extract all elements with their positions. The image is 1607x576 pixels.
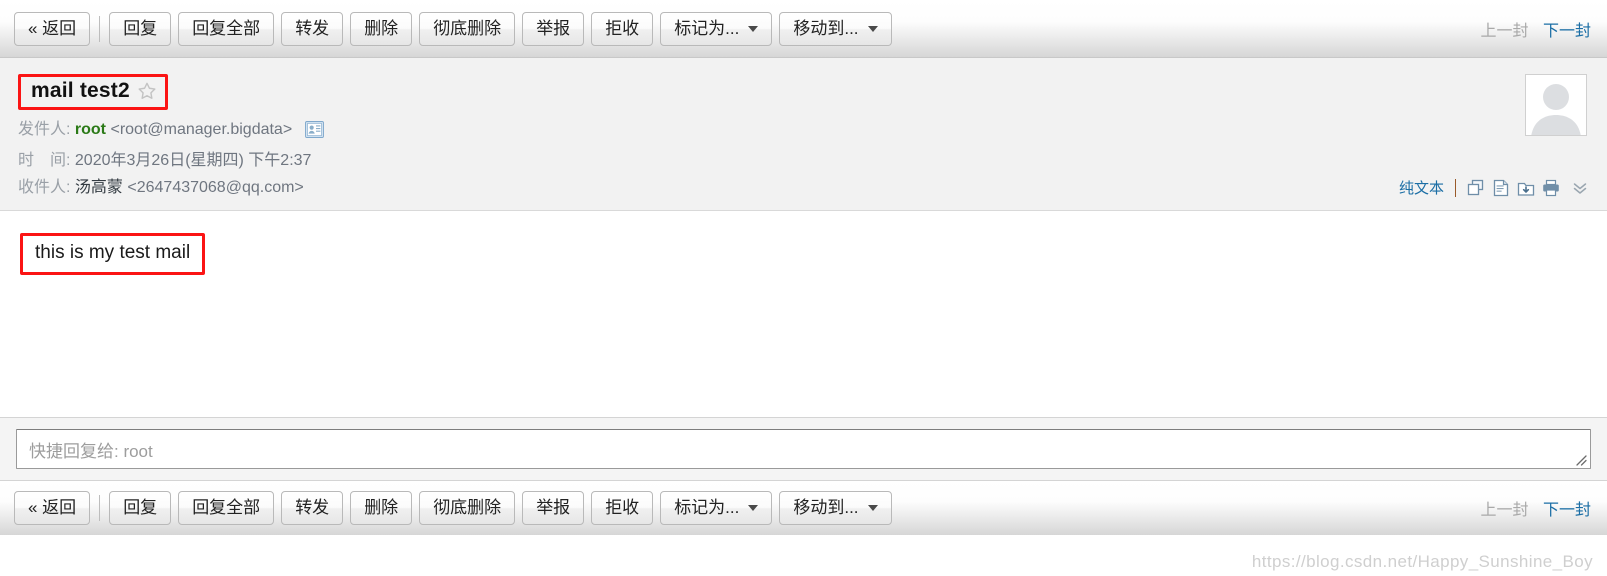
forward-button[interactable]: 转发 <box>281 11 344 46</box>
reply-button-bottom-label: 回复 <box>123 498 158 517</box>
delete-permanently-button-bottom-label: 彻底删除 <box>433 498 502 517</box>
subject-annotation-box: mail test2 <box>18 74 168 110</box>
mark-as-dropdown-bottom[interactable]: 标记为... <box>660 491 773 525</box>
quick-reply-input[interactable]: 快捷回复给: root <box>16 429 1591 469</box>
recipient-label: 收件人: <box>18 179 71 196</box>
move-to-dropdown-bottom-label: 移动到... <box>793 498 859 517</box>
page-title: mail test2 <box>31 79 130 102</box>
reply-all-button-bottom[interactable]: 回复全部 <box>178 491 275 525</box>
reply-button[interactable]: 回复 <box>109 11 172 46</box>
chevron-double-down-icon[interactable] <box>1571 179 1589 197</box>
sender-address: <root@manager.bigdata> <box>110 121 293 138</box>
reply-button-bottom[interactable]: 回复 <box>109 491 172 525</box>
time-row: 时 间: 2020年3月26日(星期四) 下午2:37 <box>18 147 1589 174</box>
toolbar-separator-bottom <box>99 495 101 521</box>
reply-all-button-label: 回复全部 <box>192 18 261 38</box>
time-label: 时 间: <box>18 152 71 169</box>
reject-button-bottom[interactable]: 拒收 <box>591 491 654 525</box>
quick-reply-placeholder: 快捷回复给: root <box>29 441 153 461</box>
forward-button-label: 转发 <box>295 18 330 38</box>
chevron-down-icon <box>867 25 878 32</box>
watermark: https://blog.csdn.net/Happy_Sunshine_Boy <box>1251 552 1593 571</box>
header-action-bar: 纯文本 <box>1399 177 1589 198</box>
sender-label: 发件人: <box>18 121 71 138</box>
recipient-address: <2647437068@qq.com> <box>127 179 304 196</box>
sender-row: 发件人: root <root@manager.bigdata> <box>18 116 1589 147</box>
chevron-down-icon <box>748 25 759 32</box>
sender-name[interactable]: root <box>75 121 106 138</box>
mark-as-dropdown[interactable]: 标记为... <box>660 11 773 46</box>
mail-body-text: this is my test mail <box>35 242 191 263</box>
reply-all-button[interactable]: 回复全部 <box>178 11 275 46</box>
recipient-name[interactable]: 汤高蒙 <box>75 179 123 196</box>
previous-mail-link[interactable]: 上一封 <box>1481 23 1529 40</box>
back-button-bottom-label: « 返回 <box>28 498 77 517</box>
reject-button-label: 拒收 <box>605 18 640 38</box>
next-mail-link[interactable]: 下一封 <box>1543 23 1591 40</box>
reply-button-label: 回复 <box>123 18 158 38</box>
avatar <box>1525 74 1587 136</box>
resize-grip-icon[interactable] <box>1573 452 1587 466</box>
mark-as-dropdown-bottom-label: 标记为... <box>674 498 740 517</box>
report-button-label: 举报 <box>536 18 571 38</box>
view-source-icon[interactable] <box>1492 179 1510 197</box>
forward-button-bottom-label: 转发 <box>295 498 330 517</box>
body-annotation-box: this is my test mail <box>20 233 206 275</box>
chevron-down-icon <box>748 505 759 511</box>
delete-permanently-button-label: 彻底删除 <box>433 18 502 38</box>
delete-permanently-button-bottom[interactable]: 彻底删除 <box>419 491 516 525</box>
back-button-bottom[interactable]: « 返回 <box>14 491 91 525</box>
quick-reply-area: 快捷回复给: root <box>0 417 1607 480</box>
mark-as-dropdown-label: 标记为... <box>674 18 740 38</box>
report-button-bottom[interactable]: 举报 <box>522 491 585 525</box>
delete-button-bottom-label: 删除 <box>364 498 399 517</box>
mail-navigation-bottom: 上一封 下一封 <box>1481 496 1591 520</box>
move-to-dropdown-label: 移动到... <box>793 18 859 38</box>
mail-navigation: 上一封 下一封 <box>1481 17 1591 41</box>
star-outline-icon[interactable] <box>137 81 157 101</box>
plain-text-link[interactable]: 纯文本 <box>1399 177 1444 198</box>
recipient-row: 收件人: 汤高蒙 <2647437068@qq.com> <box>18 174 1589 201</box>
move-to-dropdown[interactable]: 移动到... <box>779 11 892 46</box>
bottom-toolbar: « 返回 回复 回复全部 转发 删除 彻底删除 举报 拒收 标记为... 移动到… <box>0 480 1607 535</box>
action-divider <box>1455 178 1456 197</box>
time-value: 2020年3月26日(星期四) 下午2:37 <box>74 152 312 169</box>
next-mail-link-bottom[interactable]: 下一封 <box>1543 502 1591 519</box>
back-button-label: « 返回 <box>28 18 77 38</box>
chevron-down-icon <box>867 505 878 511</box>
print-icon[interactable] <box>1542 179 1560 197</box>
delete-button-bottom[interactable]: 删除 <box>350 491 413 525</box>
back-button[interactable]: « 返回 <box>14 11 91 46</box>
mail-header: mail test2 发件人: root <root@manager.bigda… <box>0 58 1607 211</box>
previous-mail-link-bottom[interactable]: 上一封 <box>1481 502 1529 519</box>
report-button[interactable]: 举报 <box>522 11 585 46</box>
forward-button-bottom[interactable]: 转发 <box>281 491 344 525</box>
toolbar-separator <box>99 15 101 42</box>
delete-permanently-button[interactable]: 彻底删除 <box>419 11 516 46</box>
reply-all-button-bottom-label: 回复全部 <box>192 498 261 517</box>
delete-button-label: 删除 <box>364 18 399 38</box>
move-to-dropdown-bottom[interactable]: 移动到... <box>779 491 892 525</box>
mail-body: this is my test mail <box>0 211 1607 417</box>
delete-button[interactable]: 删除 <box>350 11 413 46</box>
open-in-new-window-icon[interactable] <box>1467 179 1485 197</box>
reject-button-bottom-label: 拒收 <box>605 498 640 517</box>
contact-card-icon[interactable] <box>304 120 324 147</box>
top-toolbar: « 返回 回复 回复全部 转发 删除 彻底删除 举报 拒收 标记为... 移动到… <box>0 0 1607 58</box>
report-button-bottom-label: 举报 <box>536 498 571 517</box>
save-to-drive-icon[interactable] <box>1517 179 1535 197</box>
reject-button[interactable]: 拒收 <box>591 11 654 46</box>
mail-reader-window: « 返回 回复 回复全部 转发 删除 彻底删除 举报 拒收 标记为... 移动到… <box>0 0 1607 576</box>
